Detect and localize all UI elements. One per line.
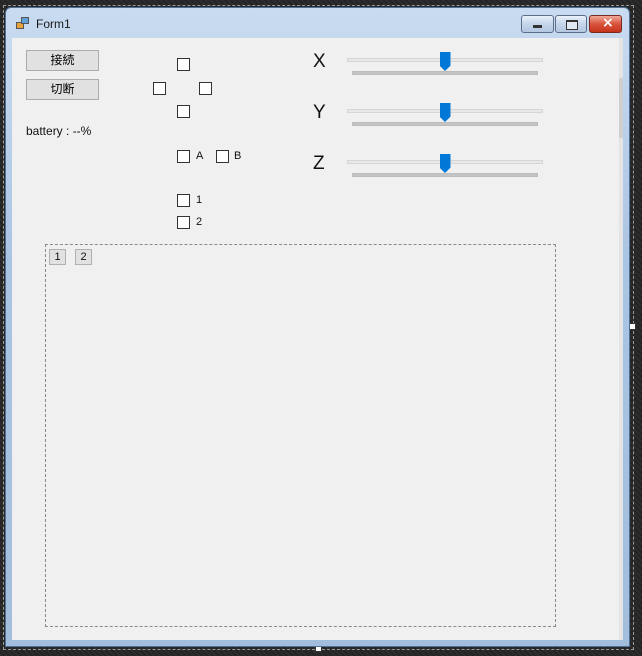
battery-label: battery : --% (26, 124, 92, 138)
panel-button-1[interactable]: 1 (49, 249, 66, 265)
scroll-thumb[interactable] (619, 78, 623, 138)
player2-checkbox[interactable] (177, 216, 190, 229)
dpad-left-checkbox[interactable] (153, 82, 166, 95)
minimize-button[interactable] (521, 15, 554, 33)
player2-label: 2 (196, 216, 203, 228)
axis-x-label: X (313, 51, 326, 72)
flow-panel: 1 2 (45, 244, 556, 627)
form-window: Form1 × 接続 切断 battery : --% A B 1 2 X Y … (5, 7, 630, 647)
dpad-up-checkbox[interactable] (177, 58, 190, 71)
slider-z-rail (352, 173, 538, 177)
button-a-checkbox[interactable] (177, 150, 190, 163)
maximize-button[interactable] (555, 15, 587, 33)
button-a-label: A (196, 150, 204, 162)
title-bar: Form1 × (6, 8, 629, 38)
slider-x-rail (352, 71, 538, 75)
dpad-right-checkbox[interactable] (199, 82, 212, 95)
form-client-area: 接続 切断 battery : --% A B 1 2 X Y Z 1 2 (12, 38, 623, 640)
slider-y-thumb[interactable] (439, 103, 451, 122)
player1-checkbox[interactable] (177, 194, 190, 207)
button-b-label: B (234, 150, 242, 162)
window-title: Form1 (36, 17, 71, 31)
slider-x-thumb[interactable] (439, 52, 451, 71)
minimize-icon (533, 25, 542, 28)
connect-button[interactable]: 接続 (26, 50, 99, 71)
form-app-icon (16, 17, 30, 29)
axis-z-label: Z (313, 153, 325, 174)
close-icon: × (602, 15, 614, 31)
maximize-icon (566, 20, 578, 30)
dpad-down-checkbox[interactable] (177, 105, 190, 118)
close-button[interactable]: × (589, 15, 622, 33)
panel-button-2[interactable]: 2 (75, 249, 92, 265)
resize-grip-right[interactable] (629, 323, 636, 330)
axis-y-label: Y (313, 102, 326, 123)
button-b-checkbox[interactable] (216, 150, 229, 163)
slider-z-thumb[interactable] (439, 154, 451, 173)
disconnect-button[interactable]: 切断 (26, 79, 99, 100)
slider-y-rail (352, 122, 538, 126)
player1-label: 1 (196, 194, 203, 206)
